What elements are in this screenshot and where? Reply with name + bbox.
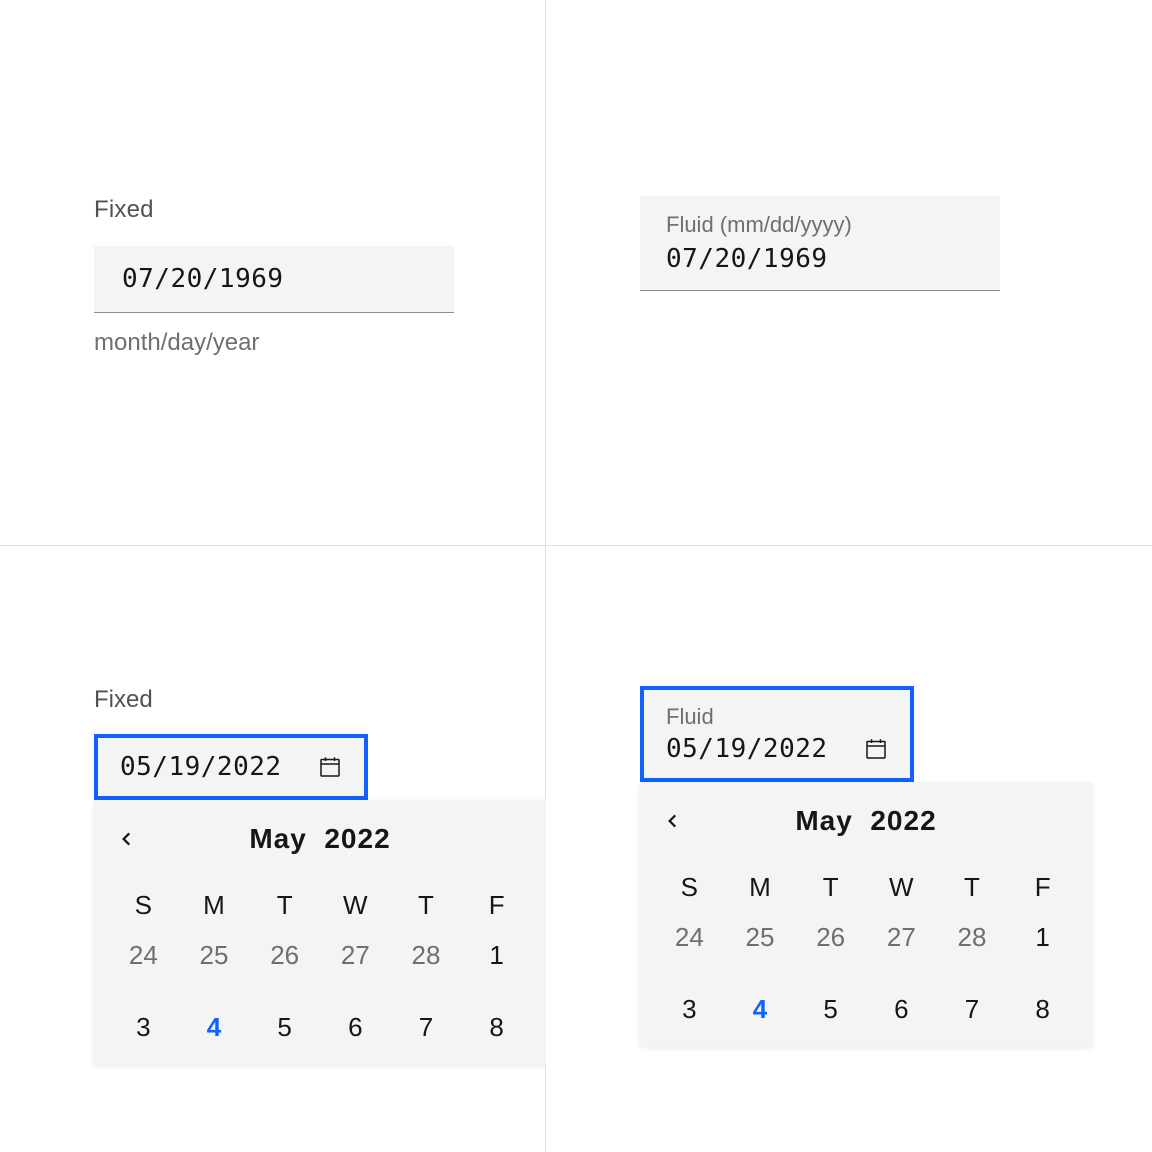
panel-fluid-simple: Fluid (mm/dd/yyyy) 07/20/1969 — [546, 0, 1152, 546]
calendar-day[interactable]: 28 — [391, 932, 462, 978]
calendar-day[interactable]: 1 — [1007, 914, 1078, 960]
calendar-popover: May 2022 S M T W T F 24252627281 345678 — [640, 782, 1092, 1046]
calendar-day[interactable]: 26 — [795, 914, 866, 960]
calendar-day[interactable]: 3 — [108, 1004, 179, 1050]
calendar-day[interactable]: 25 — [179, 932, 250, 978]
calendar-month-year[interactable]: May 2022 — [692, 805, 1040, 837]
calendar-popover: May 2022 S M T W T F 24252627281 345678 — [94, 800, 546, 1064]
calendar-day[interactable]: 8 — [1007, 986, 1078, 1032]
prev-month-button[interactable] — [654, 802, 692, 840]
calendar-day[interactable]: 28 — [937, 914, 1008, 960]
calendar-day[interactable]: 5 — [249, 1004, 320, 1050]
calendar-day[interactable]: 4 — [179, 1004, 250, 1050]
date-input-value: 05/19/2022 — [666, 734, 846, 764]
panel-fixed-simple: Fixed 07/20/1969 month/day/year — [0, 0, 546, 546]
calendar-day[interactable]: 1 — [461, 932, 532, 978]
calendar-day[interactable]: 26 — [249, 932, 320, 978]
date-input-fluid-open[interactable]: Fluid 05/19/2022 — [640, 686, 914, 782]
date-input-value: 07/20/1969 — [666, 244, 974, 274]
date-input-fixed-open[interactable]: 05/19/2022 — [94, 734, 368, 800]
date-input-fixed[interactable]: 07/20/1969 — [94, 246, 454, 313]
calendar-day[interactable]: 3 — [654, 986, 725, 1032]
panel-fluid-calendar: Fluid 05/19/2022 — [546, 546, 1152, 1152]
helper-text: month/day/year — [94, 329, 454, 357]
calendar-day[interactable]: 7 — [391, 1004, 462, 1050]
calendar-day[interactable]: 6 — [866, 986, 937, 1032]
label-fluid: Fluid — [666, 704, 888, 730]
calendar-icon[interactable] — [318, 755, 342, 779]
date-input-value: 07/20/1969 — [122, 264, 426, 294]
calendar-weekday-row: S M T W T F — [94, 878, 546, 932]
calendar-day[interactable]: 7 — [937, 986, 1008, 1032]
calendar-day[interactable]: 27 — [866, 914, 937, 960]
panel-fixed-calendar: Fixed 05/19/2022 — [0, 546, 546, 1152]
calendar-day[interactable]: 24 — [654, 914, 725, 960]
calendar-day[interactable]: 25 — [725, 914, 796, 960]
calendar-icon[interactable] — [864, 737, 888, 761]
calendar-day[interactable]: 6 — [320, 1004, 391, 1050]
prev-month-button[interactable] — [108, 820, 146, 858]
label-fixed: Fixed — [94, 196, 454, 224]
calendar-month-year[interactable]: May 2022 — [146, 823, 494, 855]
calendar-day[interactable]: 24 — [108, 932, 179, 978]
calendar-day[interactable]: 4 — [725, 986, 796, 1032]
date-input-fluid[interactable]: Fluid (mm/dd/yyyy) 07/20/1969 — [640, 196, 1000, 291]
calendar-day[interactable]: 8 — [461, 1004, 532, 1050]
calendar-weekday-row: S M T W T F — [640, 860, 1092, 914]
calendar-day[interactable]: 5 — [795, 986, 866, 1032]
label-fixed: Fixed — [94, 686, 546, 714]
label-fluid: Fluid (mm/dd/yyyy) — [666, 212, 974, 238]
calendar-day[interactable]: 27 — [320, 932, 391, 978]
date-input-value: 05/19/2022 — [120, 752, 300, 782]
